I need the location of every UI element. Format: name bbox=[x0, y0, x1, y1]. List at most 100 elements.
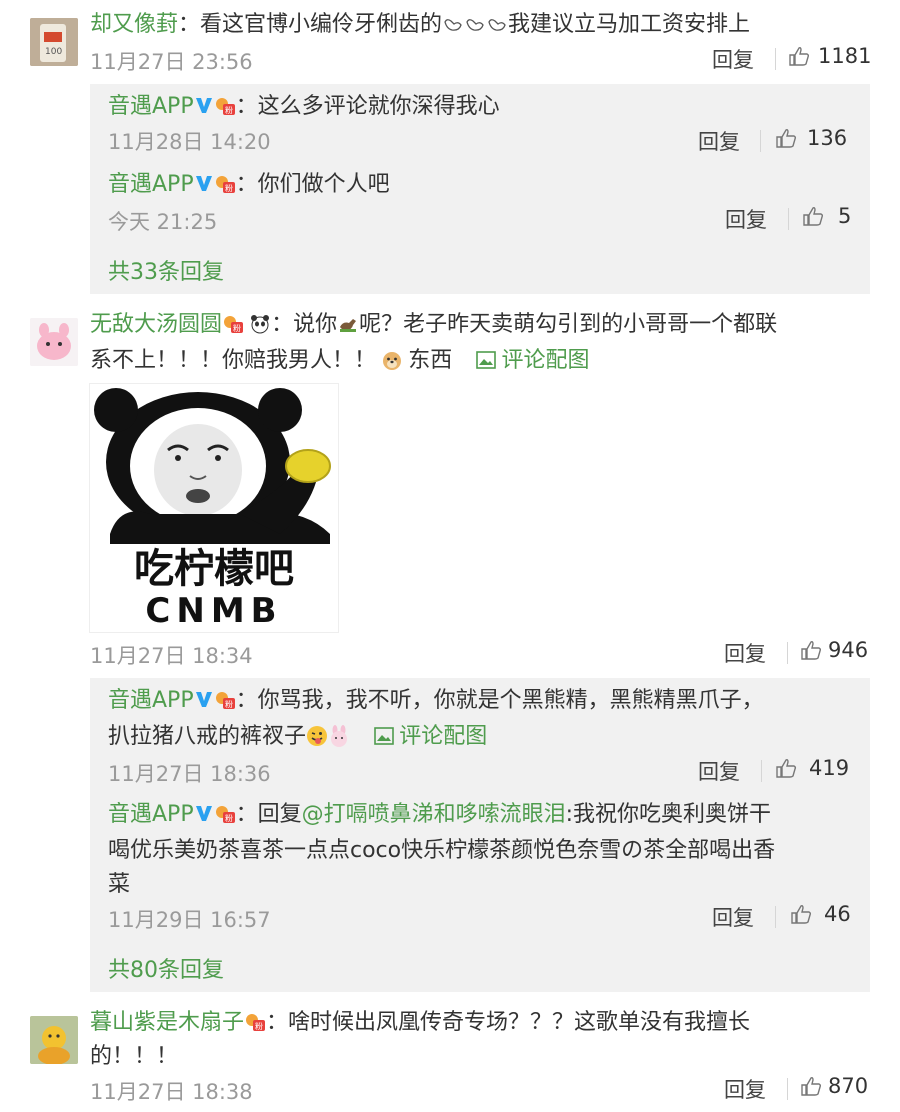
reply-timestamp: 11月29日 16:57 bbox=[108, 908, 271, 932]
reply-text: ：这么多评论就你深得我心 bbox=[235, 94, 500, 119]
like-button[interactable]: 946 bbox=[800, 638, 868, 662]
thumbs-up-icon bbox=[803, 207, 824, 226]
like-button[interactable]: 46 bbox=[790, 902, 851, 926]
reply-button[interactable]: 回复 bbox=[712, 44, 754, 74]
timestamp: 11月27日 18:38 bbox=[90, 1080, 253, 1104]
fan-badge-icon: 粉 bbox=[215, 692, 235, 709]
comment-text: 我建议立马加工资安排上 bbox=[508, 12, 751, 37]
avatar[interactable] bbox=[30, 1016, 78, 1064]
reply-button[interactable]: 回复 bbox=[698, 756, 740, 786]
reply-button[interactable]: 回复 bbox=[698, 126, 740, 156]
comment-text: 系不上！！！你赔我男人！！ bbox=[90, 348, 377, 373]
timestamp: 11月27日 18:34 bbox=[90, 644, 253, 668]
timestamp: 11月27日 23:56 bbox=[90, 50, 253, 74]
verified-badge-icon bbox=[195, 176, 212, 191]
thumbs-up-icon bbox=[776, 129, 797, 148]
like-count: 870 bbox=[828, 1074, 869, 1098]
like-count: 419 bbox=[809, 756, 850, 780]
reply-button[interactable]: 回复 bbox=[724, 638, 766, 668]
comment-text: 的！！！ bbox=[90, 1044, 179, 1069]
fan-badge-icon: 粉 bbox=[224, 316, 244, 333]
reply-username[interactable]: 音遇APP bbox=[108, 802, 194, 827]
pink-bunny-emoji-icon bbox=[331, 725, 348, 747]
fan-badge-icon: 粉 bbox=[215, 176, 235, 193]
divider bbox=[787, 1078, 788, 1100]
thumbs-up-icon bbox=[789, 47, 810, 66]
divider bbox=[760, 130, 761, 152]
comment-image-link[interactable]: 评论配图 bbox=[502, 348, 590, 373]
meme-caption-en: CNMB bbox=[145, 591, 282, 631]
svg-text:粉: 粉 bbox=[255, 1021, 263, 1031]
username[interactable]: 无敌大汤圆圆 bbox=[90, 312, 222, 337]
reply-timestamp: 11月27日 18:36 bbox=[108, 762, 271, 786]
like-button[interactable]: 419 bbox=[775, 756, 849, 780]
thumbs-up-icon bbox=[776, 759, 797, 778]
comment-text: ：说你 bbox=[271, 312, 338, 337]
like-button[interactable]: 870 bbox=[800, 1074, 868, 1098]
like-count: 946 bbox=[828, 638, 869, 662]
verified-badge-icon bbox=[195, 806, 212, 821]
panda-emoji-icon bbox=[251, 315, 270, 334]
username[interactable]: 暮山紫是木扇子 bbox=[90, 1010, 244, 1035]
svg-text:粉: 粉 bbox=[225, 105, 233, 115]
avatar[interactable] bbox=[30, 318, 78, 366]
reply-username[interactable]: 音遇APP bbox=[108, 94, 194, 119]
comment-text: ：啥时候出凤凰传奇专场？？？这歌单没有我擅长 bbox=[266, 1010, 751, 1035]
reply-line: 音遇APP 粉：你骂我，我不听，你就是个黑熊精，黑熊精黑爪子， bbox=[108, 686, 764, 717]
shaka-emoji-icon bbox=[442, 13, 464, 35]
reply-timestamp: 11月28日 14:20 bbox=[108, 130, 271, 154]
mention-link[interactable]: @打嗝喷鼻涕和哆嗦流眼泪 bbox=[302, 802, 566, 827]
thumbs-up-icon bbox=[801, 1077, 822, 1096]
username[interactable]: 却又像葑 bbox=[90, 12, 178, 37]
reply-text: 扒拉猪八戒的裤衩子 bbox=[108, 724, 307, 749]
reply-text: 喝优乐美奶茶喜茶一点点coco快乐柠檬茶颜悦色奈雪の茶全部喝出香 bbox=[108, 838, 776, 863]
reply-username[interactable]: 音遇APP bbox=[108, 688, 194, 713]
meme-caption-cn: 吃柠檬吧 bbox=[134, 546, 294, 592]
like-button[interactable]: 5 bbox=[802, 204, 851, 228]
reply-button[interactable]: 回复 bbox=[712, 902, 754, 932]
image-icon bbox=[476, 351, 497, 369]
divider bbox=[788, 208, 789, 230]
reply-text: :我祝你吃奥利奥饼干 bbox=[565, 802, 772, 827]
svg-text:粉: 粉 bbox=[225, 183, 233, 193]
reply-username[interactable]: 音遇APP bbox=[108, 172, 194, 197]
reply-timestamp: 今天 21:25 bbox=[108, 210, 218, 234]
avatar[interactable]: 100 bbox=[30, 18, 78, 66]
comment-line: 暮山紫是木扇子 粉：啥时候出凤凰传奇专场？？？这歌单没有我擅长 bbox=[90, 1008, 750, 1039]
svg-text:粉: 粉 bbox=[225, 699, 233, 709]
comment-text: ：看这官博小编伶牙俐齿的 bbox=[178, 12, 443, 37]
like-count: 46 bbox=[824, 902, 851, 926]
divider bbox=[761, 760, 762, 782]
divider bbox=[775, 48, 776, 70]
like-button[interactable]: 136 bbox=[775, 126, 847, 150]
more-replies-link[interactable]: 共80条回复 bbox=[108, 952, 224, 984]
shaka-emoji-icon bbox=[464, 13, 486, 35]
reply-text: ：回复 bbox=[235, 802, 302, 827]
comment-image-link[interactable]: 评论配图 bbox=[399, 724, 487, 749]
image-icon bbox=[374, 727, 395, 745]
divider bbox=[787, 642, 788, 664]
like-button[interactable]: 1181 bbox=[788, 44, 871, 68]
comment-image[interactable]: 吃柠檬吧 CNMB bbox=[89, 383, 339, 633]
svg-text:粉: 粉 bbox=[233, 323, 241, 333]
reply-line: 音遇APP 粉：回复@打嗝喷鼻涕和哆嗦流眼泪:我祝你吃奥利奥饼干 bbox=[108, 800, 771, 831]
reply-button[interactable]: 回复 bbox=[725, 204, 767, 234]
comment-line: 无敌大汤圆圆 粉 ：说你 呢？老子昨天卖萌勾引到的小哥哥一个都联 bbox=[90, 310, 777, 341]
shaka-emoji-icon bbox=[486, 13, 508, 35]
tongue-out-emoji-icon bbox=[307, 726, 328, 746]
like-count: 5 bbox=[838, 204, 852, 228]
reply-text: 菜 bbox=[108, 872, 131, 897]
fan-badge-icon: 粉 bbox=[215, 806, 235, 823]
fan-badge-icon: 粉 bbox=[246, 1014, 266, 1031]
svg-text:100: 100 bbox=[45, 47, 62, 57]
thumbs-up-icon bbox=[791, 905, 812, 924]
reply-text: ：你骂我，我不听，你就是个黑熊精，黑熊精黑爪子， bbox=[235, 688, 764, 713]
comment-text: 东西 bbox=[408, 348, 453, 373]
reply-line: 音遇APP 粉：你们做个人吧 bbox=[108, 170, 390, 201]
more-replies-link[interactable]: 共33条回复 bbox=[108, 254, 224, 286]
reply-button[interactable]: 回复 bbox=[724, 1074, 766, 1104]
like-count: 1181 bbox=[818, 44, 872, 68]
divider bbox=[775, 906, 776, 928]
reply-line: 音遇APP 粉：这么多评论就你深得我心 bbox=[108, 92, 500, 123]
like-count: 136 bbox=[807, 126, 848, 150]
